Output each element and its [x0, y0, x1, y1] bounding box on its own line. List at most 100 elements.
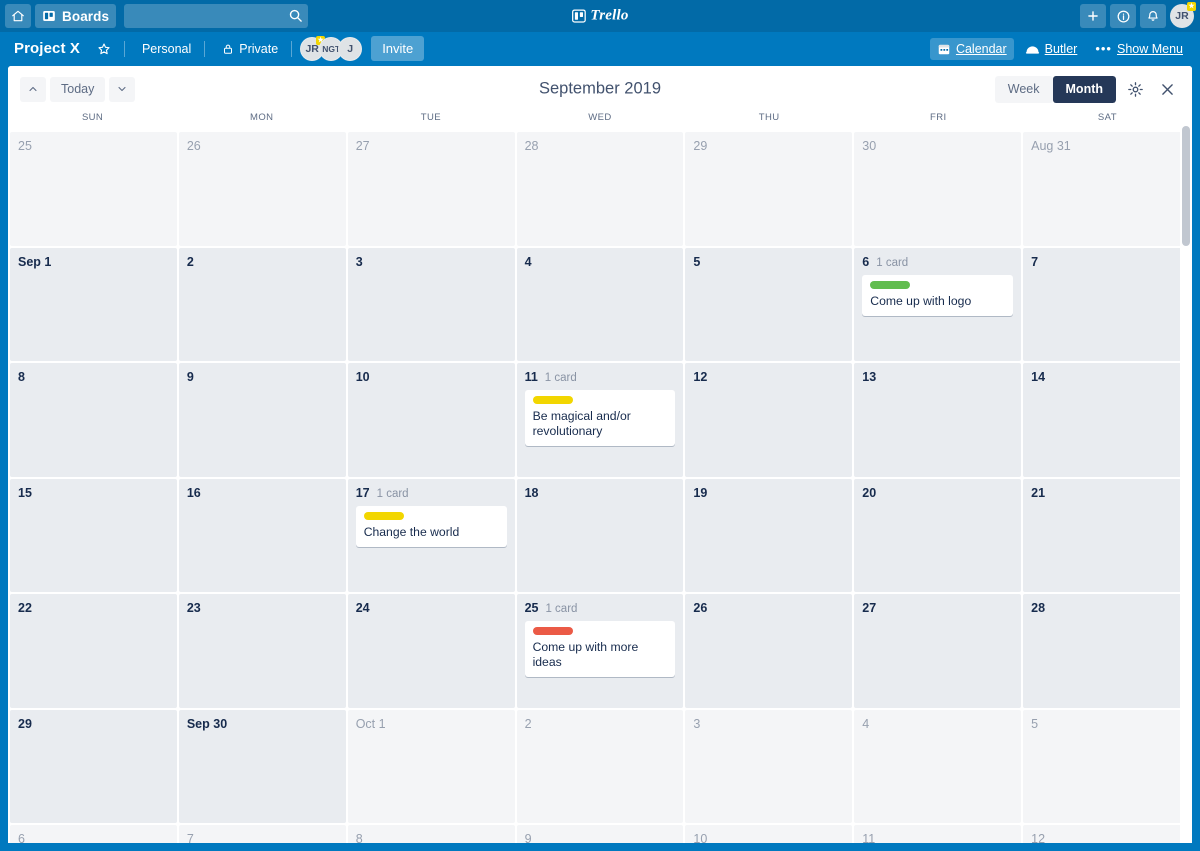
- close-calendar-button[interactable]: [1154, 76, 1180, 102]
- calendar-day-cell[interactable]: 12: [685, 363, 853, 477]
- calendar-day-number: 29: [693, 139, 708, 153]
- invite-button[interactable]: Invite: [371, 36, 425, 61]
- trello-card[interactable]: Change the world: [355, 505, 507, 547]
- calendar-day-number: 18: [524, 485, 539, 500]
- calendar-day-number: Aug 31: [1031, 139, 1071, 153]
- month-view-button[interactable]: Month: [1052, 75, 1116, 103]
- calendar-day-cell[interactable]: 4: [516, 247, 684, 361]
- next-period-button[interactable]: [109, 76, 136, 102]
- board-visibility-button[interactable]: Private: [215, 38, 285, 60]
- calendar-day-cell[interactable]: 9: [178, 363, 346, 477]
- calendar-day-header: 29: [18, 717, 169, 731]
- search-field[interactable]: [124, 4, 309, 28]
- calendar-day-cell[interactable]: 8: [347, 825, 515, 843]
- calendar-day-number: 14: [1031, 370, 1046, 384]
- board-team-button[interactable]: Personal: [135, 38, 198, 60]
- search-input[interactable]: [124, 4, 309, 28]
- calendar-scrollbar-thumb[interactable]: [1182, 126, 1190, 246]
- header-divider: [291, 40, 293, 57]
- calendar-day-cell[interactable]: 20: [854, 478, 1022, 592]
- home-icon: [11, 9, 25, 23]
- user-avatar[interactable]: JR ★: [1170, 2, 1196, 28]
- calendar-day-cell[interactable]: 5: [685, 247, 853, 361]
- trello-card[interactable]: Come up with logo: [862, 274, 1014, 316]
- calendar-day-cell[interactable]: 25: [10, 132, 177, 246]
- calendar-day-cell[interactable]: 28: [1023, 594, 1190, 708]
- calendar-day-number: 4: [524, 254, 532, 269]
- calendar-day-cell[interactable]: 18: [516, 478, 684, 592]
- calendar-day-cell[interactable]: 4: [854, 709, 1022, 823]
- calendar-day-cell[interactable]: 10: [685, 825, 853, 843]
- calendar-day-cell[interactable]: 2: [178, 247, 346, 361]
- week-view-button[interactable]: Week: [994, 75, 1053, 103]
- trello-brand[interactable]: Trello: [571, 8, 628, 25]
- star-board-button[interactable]: [90, 38, 118, 60]
- calendar-day-number: 2: [186, 254, 194, 269]
- calendar-day-cell[interactable]: 25 1 card Come up with more ideas: [516, 594, 684, 708]
- card-label-yellow[interactable]: [363, 511, 404, 520]
- add-button[interactable]: [1080, 4, 1106, 28]
- show-menu-button[interactable]: ••• Show Menu: [1088, 37, 1190, 60]
- calendar-day-cell[interactable]: 12: [1023, 825, 1190, 843]
- calendar-day-header: 20: [862, 486, 1013, 500]
- calendar-day-cell[interactable]: 22: [10, 594, 177, 708]
- calendar-day-cell[interactable]: 3: [685, 709, 853, 823]
- member-avatar[interactable]: J: [338, 36, 363, 61]
- notifications-button[interactable]: [1140, 4, 1166, 28]
- calendar-day-cell[interactable]: 29: [685, 132, 853, 246]
- trello-card[interactable]: Come up with more ideas: [524, 621, 676, 677]
- info-button[interactable]: [1110, 4, 1136, 28]
- calendar-day-cell[interactable]: 15: [10, 478, 177, 592]
- calendar-day-cell[interactable]: 6 1 card Come up with logo: [854, 247, 1022, 361]
- calendar-day-cell[interactable]: 23: [178, 594, 346, 708]
- trello-card[interactable]: Be magical and/or revolutionary: [524, 390, 676, 446]
- calendar-day-cell[interactable]: 16: [178, 478, 346, 592]
- calendar-day-cell[interactable]: 27: [854, 594, 1022, 708]
- calendar-day-cell[interactable]: 11: [854, 825, 1022, 843]
- calendar-day-cell[interactable]: 13: [854, 363, 1022, 477]
- calendar-day-cell[interactable]: 3: [347, 247, 515, 361]
- calendar-day-cell[interactable]: 7: [1023, 247, 1190, 361]
- calendar-day-cell[interactable]: 27: [347, 132, 515, 246]
- calendar-day-cell[interactable]: 2: [516, 709, 684, 823]
- calendar-day-cell[interactable]: Sep 1: [10, 247, 177, 361]
- calendar-day-cell[interactable]: 7: [178, 825, 346, 843]
- calendar-day-header: 9: [187, 370, 338, 384]
- calendar-day-cell[interactable]: 6: [10, 825, 177, 843]
- calendar-day-card-count: 1 card: [544, 372, 577, 384]
- today-button[interactable]: Today: [50, 76, 106, 102]
- calendar-day-cell[interactable]: 10: [347, 363, 515, 477]
- calendar-day-header: 16: [187, 486, 338, 500]
- calendar-day-cell[interactable]: 21: [1023, 478, 1190, 592]
- calendar-day-cell[interactable]: 26: [685, 594, 853, 708]
- card-label-red[interactable]: [532, 627, 573, 635]
- calendar-day-cell[interactable]: 30: [854, 132, 1022, 246]
- calendar-day-cell[interactable]: 28: [516, 132, 684, 246]
- boards-button[interactable]: Boards: [35, 4, 117, 28]
- calendar-day-cell[interactable]: 8: [10, 363, 177, 477]
- butler-button[interactable]: Butler: [1018, 38, 1085, 60]
- calendar-settings-button[interactable]: [1122, 76, 1148, 102]
- calendar-day-cell[interactable]: 19: [685, 478, 853, 592]
- card-label-yellow[interactable]: [532, 396, 573, 404]
- calendar-day-cell[interactable]: 26: [178, 132, 346, 246]
- calendar-day-cell[interactable]: 17 1 card Change the world: [347, 478, 515, 592]
- search-icon[interactable]: [288, 8, 303, 23]
- calendar-scrollbar-track[interactable]: [1180, 66, 1192, 843]
- weekday-label-sun: SUN: [81, 112, 104, 123]
- calendar-day-header: 3: [693, 717, 844, 731]
- calendar-day-cell[interactable]: Oct 1: [347, 709, 515, 823]
- calendar-day-cell[interactable]: 29: [10, 709, 177, 823]
- calendar-day-cell[interactable]: Sep 30: [178, 709, 346, 823]
- calendar-day-number: 13: [862, 370, 877, 384]
- calendar-power-up-button[interactable]: Calendar: [929, 37, 1014, 60]
- calendar-day-cell[interactable]: 9: [516, 825, 684, 843]
- card-label-green[interactable]: [870, 280, 911, 289]
- home-button[interactable]: [5, 4, 31, 28]
- calendar-day-cell[interactable]: 24: [347, 594, 515, 708]
- calendar-day-cell[interactable]: Aug 31: [1023, 132, 1190, 246]
- calendar-day-cell[interactable]: 5: [1023, 709, 1190, 823]
- previous-period-button[interactable]: [20, 76, 46, 102]
- calendar-day-cell[interactable]: 14: [1023, 363, 1190, 477]
- calendar-day-cell[interactable]: 11 1 card Be magical and/or revolutionary: [516, 363, 684, 477]
